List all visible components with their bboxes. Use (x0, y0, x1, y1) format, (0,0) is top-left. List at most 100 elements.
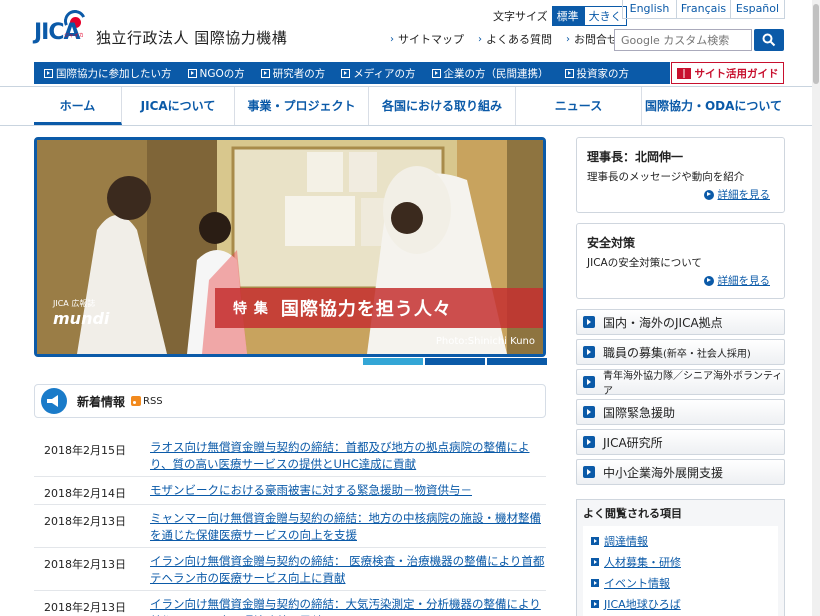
arrow-box-icon (564, 68, 574, 78)
popular-item[interactable]: 人材募集・研修 (583, 551, 778, 572)
book-icon (676, 67, 691, 79)
nav-news[interactable]: ニュース (516, 87, 642, 125)
rss-icon (131, 396, 142, 406)
search-icon (762, 33, 776, 47)
news-date: 2018年2月15日 (44, 444, 126, 457)
nav-oda[interactable]: 国際協力・ODAについて (642, 87, 785, 125)
offices-button[interactable]: 国内・海外のJICA拠点 (576, 309, 785, 335)
popular-box: よく閲覧される項目 調達情報 人材募集・研修 イベント情報 JICA地球ひろば (576, 499, 785, 616)
rss-link[interactable]: RSS (131, 396, 163, 407)
sme-support-button[interactable]: 中小企業海外展開支援 (576, 459, 785, 485)
mundi-small-label: JICA 広報誌 (53, 299, 96, 308)
audience-label: 研究者の方 (272, 67, 326, 80)
hero-pager-dot-1[interactable] (363, 358, 423, 365)
popular-label: 人材募集・研修 (604, 556, 681, 569)
news-header: 新着情報 RSS (34, 384, 546, 418)
search-input[interactable] (614, 29, 752, 51)
lang-english-link[interactable]: English (623, 0, 676, 18)
scrollbar-thumb[interactable] (813, 4, 819, 84)
font-size-standard-button[interactable]: 標準 (551, 6, 584, 26)
language-switcher: English Français Español (622, 0, 785, 19)
nav-about[interactable]: JICAについて (122, 87, 235, 125)
more-label: 詳細を見る (717, 189, 771, 201)
popular-item[interactable]: JICA地球ひろば (583, 593, 778, 614)
hero-pager-dot-3[interactable] (487, 358, 547, 365)
volunteer-button[interactable]: 青年海外協力隊／シニア海外ボランティア (576, 369, 785, 397)
hero-caption-title: 国際協力を担う人々 (280, 299, 452, 320)
site-guide-button[interactable]: サイト活用ガイド (671, 62, 784, 84)
page-scrollbar[interactable] (812, 0, 820, 616)
mundi-title: mundi (53, 309, 110, 328)
nav-projects[interactable]: 事業・プロジェクト (235, 87, 369, 125)
site-guide-label: サイト活用ガイド (694, 67, 779, 80)
news-item: 2018年2月13日 イラン向け無償資金贈与契約の締結：大気汚染測定・分析機器の… (34, 591, 546, 616)
popular-label: JICA地球ひろば (604, 598, 681, 611)
search-button[interactable] (754, 29, 784, 51)
arrow-square-icon (591, 558, 599, 566)
arrow-square-icon (583, 406, 595, 418)
president-more-link[interactable]: 詳細を見る (703, 187, 771, 202)
main-nav: ホーム JICAについて 事業・プロジェクト 各国における取り組み ニュース 国… (0, 86, 820, 126)
arrow-square-icon (583, 316, 595, 328)
nav-countries[interactable]: 各国における取り組み (369, 87, 516, 125)
lang-french-link[interactable]: Français (676, 0, 730, 18)
lang-spanish-link[interactable]: Español (730, 0, 784, 18)
news-link[interactable]: モザンビークにおける豪雨被害に対する緊急援助－物資供与－ (150, 482, 546, 501)
safety-title: 安全対策 (587, 236, 636, 250)
president-title: 理事長：北岡伸一 (587, 150, 684, 164)
contact-link[interactable]: › お問合せ (566, 31, 618, 47)
hero-banner[interactable]: JICA 広報誌 mundi 特 集 国際協力を担う人々 Photo:Shini… (34, 137, 546, 357)
arrow-box-icon (431, 68, 441, 78)
audience-label: 企業の方（民間連携） (443, 67, 549, 80)
faq-label: よくある質問 (486, 33, 552, 46)
side-button-label: 中小企業海外展開支援 (603, 465, 724, 480)
arrow-box-icon (260, 68, 270, 78)
audience-bar: 国際協力に参加したい方 NGOの方 研究者の方 メディアの方 企業の方（民間連携… (34, 62, 670, 84)
arrow-square-icon (583, 346, 595, 358)
news-link[interactable]: イラン向け無償資金贈与契約の締結：大気汚染測定・分析機器の整備により首都テヘラン… (150, 596, 546, 616)
nav-home[interactable]: ホーム (34, 87, 122, 125)
news-link[interactable]: ラオス向け無償資金贈与契約の締結：首都及び地方の拠点病院の整備により、質の高い医… (150, 439, 546, 473)
safety-more-link[interactable]: 詳細を見る (703, 273, 771, 288)
audience-business-link[interactable]: 企業の方（民間連携） (431, 66, 549, 81)
photo-credit: Photo:Shinichi Kuno (435, 336, 535, 347)
rss-label: RSS (143, 395, 163, 407)
disaster-relief-button[interactable]: 国際緊急援助 (576, 399, 785, 425)
faq-link[interactable]: › よくある質問 (478, 31, 552, 47)
side-button-label: 国際緊急援助 (603, 405, 676, 420)
org-name: 独立行政法人 国際協力機構 (96, 29, 288, 47)
sitemap-link[interactable]: › サイトマップ (390, 31, 464, 47)
contact-label: お問合せ (574, 33, 618, 46)
hero-pager-dot-2[interactable] (425, 358, 485, 365)
news-link[interactable]: ミャンマー向け無償資金贈与契約の締結：地方の中核病院の施設・機材整備を通じた保健… (150, 510, 546, 544)
audience-media-link[interactable]: メディアの方 (341, 66, 416, 81)
safety-box: 安全対策 JICAの安全対策について 詳細を見る (576, 223, 785, 299)
popular-title: よく閲覧される項目 (583, 507, 682, 520)
side-button-label: 青年海外協力隊／シニア海外ボランティア (603, 371, 783, 397)
hero-caption-tag: 特 集 (233, 301, 269, 317)
audience-researcher-link[interactable]: 研究者の方 (260, 66, 326, 81)
research-institute-button[interactable]: JICA研究所 (576, 429, 785, 455)
arrow-box-icon (44, 68, 53, 78)
megaphone-icon (41, 388, 67, 414)
audience-label: メディアの方 (353, 67, 416, 80)
news-date: 2018年2月14日 (44, 487, 126, 500)
arrow-box-icon (341, 68, 351, 78)
audience-ngo-link[interactable]: NGOの方 (187, 66, 245, 81)
recruit-button[interactable]: 職員の募集(新卒・社会人採用) (576, 339, 785, 365)
news-date: 2018年2月13日 (44, 515, 126, 528)
side-button-label: JICA研究所 (603, 435, 663, 450)
news-item: 2018年2月15日 ラオス向け無償資金贈与契約の締結：首都及び地方の拠点病院の… (34, 434, 546, 477)
arrow-circle-icon (703, 275, 714, 286)
more-label: 詳細を見る (717, 275, 771, 287)
jica-logo[interactable]: JICA ジャイカ (34, 6, 90, 50)
font-size-large-button[interactable]: 大きく (583, 6, 627, 26)
popular-item[interactable]: 調達情報 (583, 530, 778, 551)
news-date: 2018年2月13日 (44, 558, 126, 571)
news-item: 2018年2月13日 イラン向け無償資金贈与契約の締結： 医療検査・治療機器の整… (34, 548, 546, 591)
popular-item[interactable]: イベント情報 (583, 572, 778, 593)
audience-participate-link[interactable]: 国際協力に参加したい方 (44, 66, 172, 81)
audience-investor-link[interactable]: 投資家の方 (564, 66, 629, 81)
news-link[interactable]: イラン向け無償資金贈与契約の締結： 医療検査・治療機器の整備により首都テヘラン市… (150, 553, 546, 587)
arrow-square-icon (591, 537, 599, 545)
